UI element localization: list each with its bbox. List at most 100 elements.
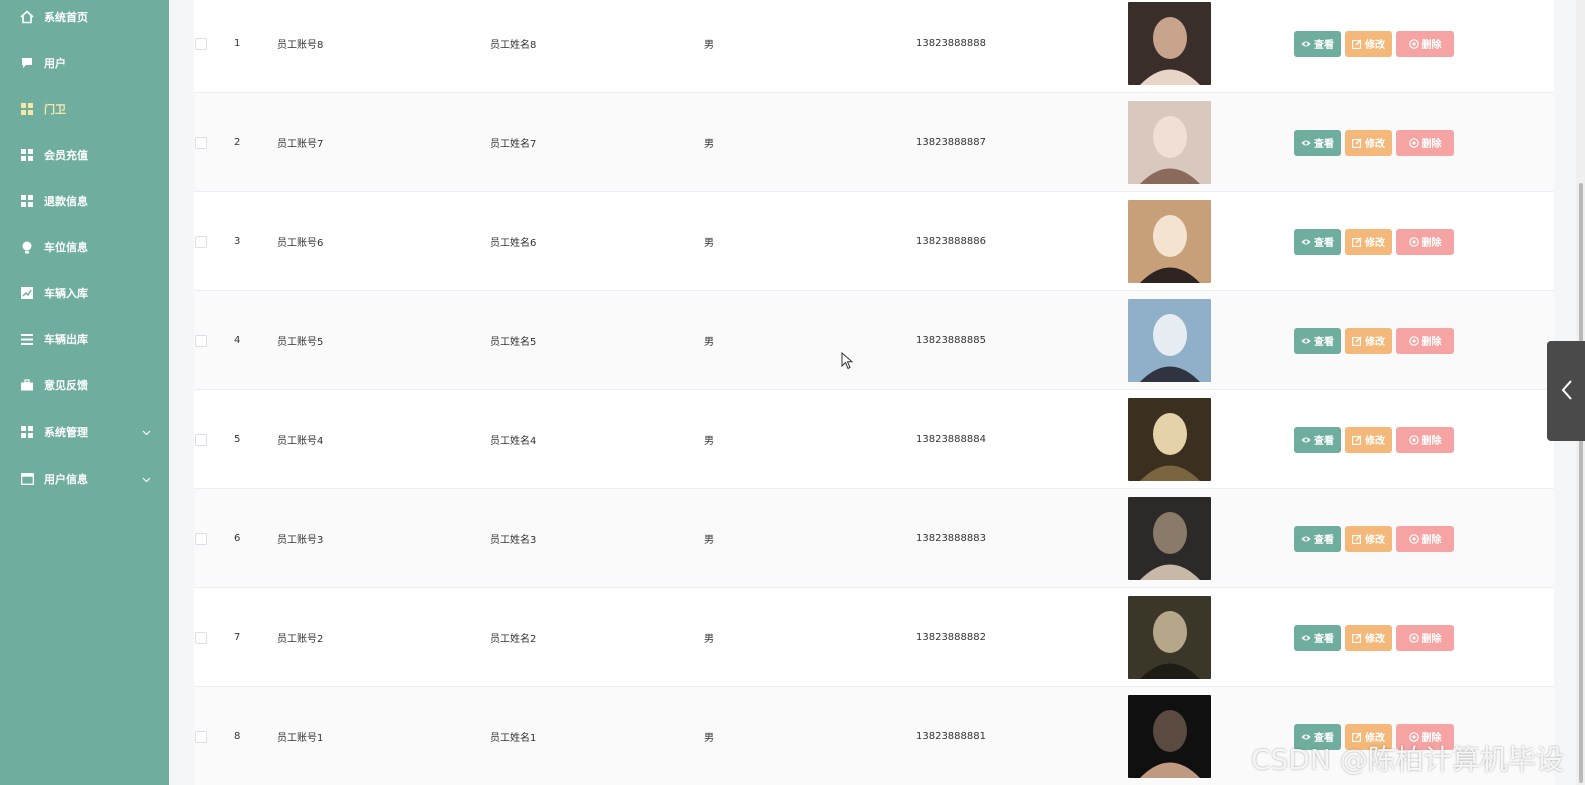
staff-photo-cell [1128,291,1212,390]
delete-button[interactable]: 删除 [1396,624,1454,651]
bulb-icon [20,240,34,254]
grid-icon [20,102,34,116]
delete-button-label: 删除 [1421,238,1442,249]
staff-photo[interactable] [1128,101,1211,184]
scrollbar-thumb[interactable] [1579,183,1583,783]
view-button[interactable]: 查看 [1294,129,1341,156]
staff-gender: 男 [704,634,714,645]
grid-icon [20,194,34,208]
staff-name: 员工姓名8 [490,40,537,51]
staff-photo-cell [1128,489,1212,588]
delete-button[interactable]: 删除 [1396,327,1454,354]
edit-icon [1352,534,1362,544]
row-checkbox[interactable] [195,37,207,50]
edit-icon [1352,336,1362,346]
eye-icon [1301,535,1311,543]
sidebar-item-parking[interactable]: 车位信息 [0,224,169,270]
staff-account: 员工账号8 [277,40,324,51]
staff-phone: 13823888884 [916,434,986,445]
delete-button-label: 删除 [1421,139,1442,150]
staff-gender: 男 [704,733,714,744]
edit-button[interactable]: 修改 [1345,327,1392,354]
staff-photo-cell [1128,0,1212,93]
delete-button[interactable]: 删除 [1396,228,1454,255]
staff-photo[interactable] [1128,2,1211,85]
staff-photo[interactable] [1128,497,1211,580]
eye-icon [1301,238,1311,246]
edit-button[interactable]: 修改 [1345,624,1392,651]
edit-button-label: 修改 [1365,436,1385,447]
staff-photo-cell [1128,192,1212,291]
sidebar-item-system[interactable]: 系统管理 [0,409,169,455]
sidebar-item-label: 用户 [44,57,66,70]
view-button[interactable]: 查看 [1294,525,1341,552]
row-checkbox[interactable] [195,433,207,446]
grid-icon [20,148,34,162]
sidebar-item-user[interactable]: 用户 [0,40,169,86]
home-icon [20,10,34,24]
staff-photo[interactable] [1128,200,1211,283]
edit-button[interactable]: 修改 [1345,30,1392,57]
row-checkbox[interactable] [195,334,207,347]
staff-name: 员工姓名7 [490,139,537,150]
staff-phone: 13823888888 [916,38,986,49]
view-button-label: 查看 [1314,139,1334,150]
staff-name: 员工姓名1 [490,733,537,744]
staff-phone: 13823888881 [916,731,986,742]
staff-photo-cell [1128,390,1212,489]
sidebar-item-recharge[interactable]: 会员充值 [0,132,169,178]
table-row: 7 员工账号2 员工姓名2 男 13823888882 查看 修改 删除 [194,588,1554,687]
sidebar-item-label: 车辆入库 [44,287,88,300]
sidebar-item-refund[interactable]: 退款信息 [0,178,169,224]
delete-button[interactable]: 删除 [1396,426,1454,453]
delete-button[interactable]: 删除 [1396,525,1454,552]
view-button[interactable]: 查看 [1294,426,1341,453]
view-button-label: 查看 [1314,535,1334,546]
view-button[interactable]: 查看 [1294,624,1341,651]
staff-gender: 男 [704,337,714,348]
staff-account: 员工账号6 [277,238,324,249]
view-button[interactable]: 查看 [1294,30,1341,57]
staff-photo[interactable] [1128,398,1211,481]
row-index: 3 [234,236,241,247]
sidebar-item-vehicle-out[interactable]: 车辆出库 [0,316,169,362]
staff-photo[interactable] [1128,695,1211,778]
staff-photo[interactable] [1128,299,1211,382]
row-checkbox[interactable] [195,532,207,545]
view-button[interactable]: 查看 [1294,228,1341,255]
sidebar-item-vehicle-in[interactable]: 车辆入库 [0,270,169,316]
delete-button-label: 删除 [1421,40,1442,51]
sidebar-item-home[interactable]: 系统首页 [0,0,169,40]
delete-button[interactable]: 删除 [1396,30,1454,57]
row-checkbox[interactable] [195,235,207,248]
sidebar-item-guard[interactable]: 门卫 [0,86,169,132]
chevron-left-icon [1561,379,1573,404]
sidebar-item-feedback[interactable]: 意见反馈 [0,362,169,408]
row-checkbox[interactable] [195,631,207,644]
edit-button[interactable]: 修改 [1345,129,1392,156]
staff-photo[interactable] [1128,596,1211,679]
row-actions: 查看 修改 删除 [1294,588,1474,687]
edit-button[interactable]: 修改 [1345,228,1392,255]
eye-icon [1301,634,1311,642]
eye-icon [1301,139,1311,147]
staff-phone: 13823888883 [916,533,986,544]
view-button[interactable]: 查看 [1294,327,1341,354]
edit-button[interactable]: 修改 [1345,525,1392,552]
sidebar-item-label: 门卫 [44,103,66,116]
sidebar-item-user-info[interactable]: 用户信息 [0,456,169,502]
row-checkbox[interactable] [195,136,207,149]
row-checkbox[interactable] [195,730,207,743]
delete-button[interactable]: 删除 [1396,129,1454,156]
row-actions: 查看 修改 删除 [1294,93,1474,192]
staff-name: 员工姓名6 [490,238,537,249]
side-panel-toggle[interactable] [1547,341,1585,441]
staff-gender: 男 [704,436,714,447]
row-index: 7 [234,632,241,643]
edit-icon [1352,435,1362,445]
view-button-label: 查看 [1314,634,1334,645]
staff-phone: 13823888887 [916,137,986,148]
edit-button[interactable]: 修改 [1345,426,1392,453]
staff-account: 员工账号1 [277,733,324,744]
staff-photo-cell [1128,687,1212,785]
